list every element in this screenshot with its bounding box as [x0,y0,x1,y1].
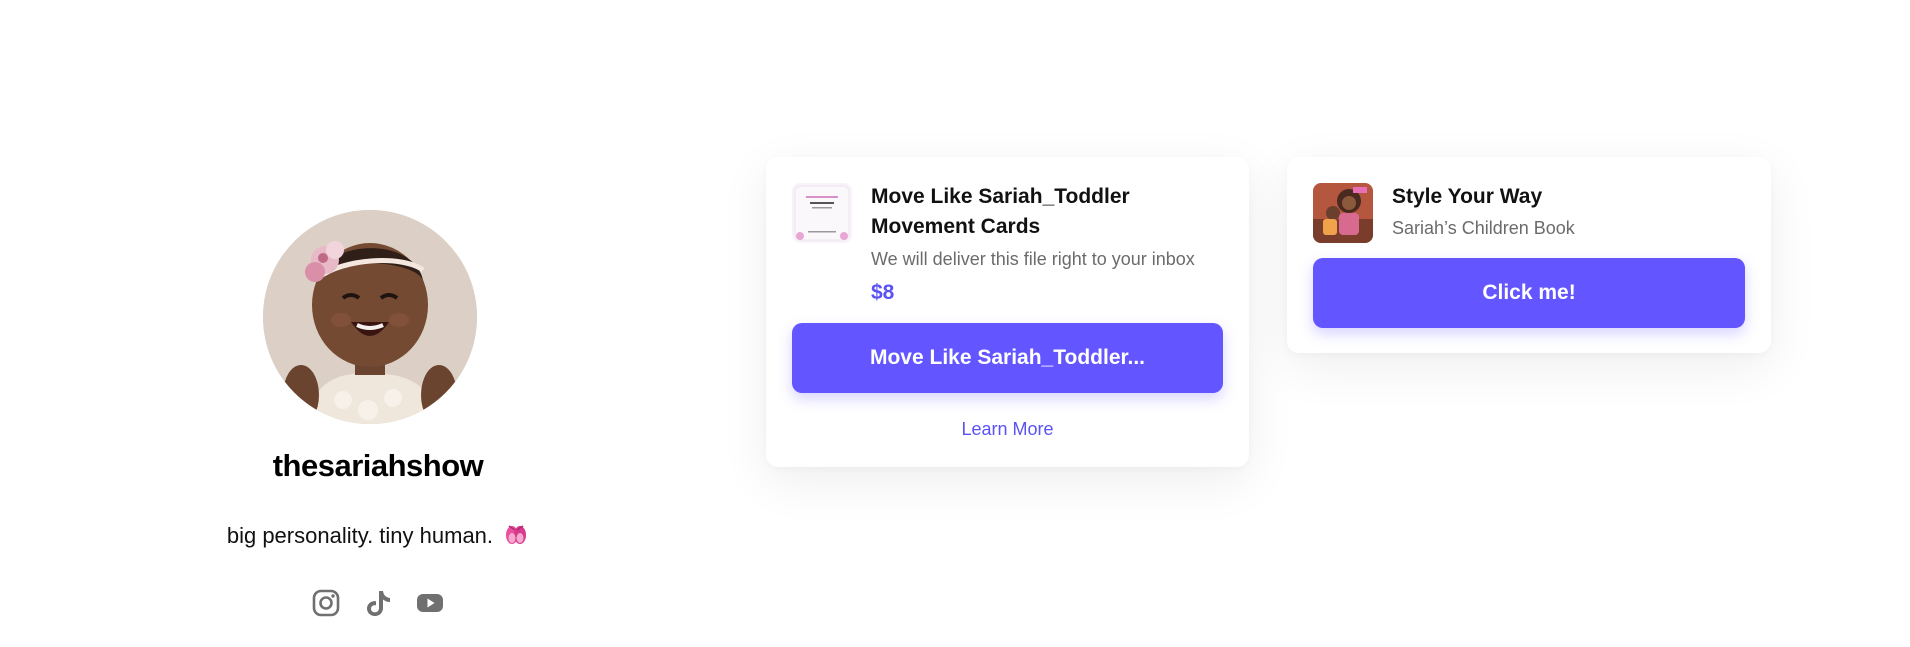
book-title: Style Your Way [1392,185,1543,208]
product-buy-button[interactable]: Move Like Sariah_Toddler... [792,323,1223,393]
ballet-shoes-icon [503,520,529,552]
product-card: Move Like Sariah_Toddler Movement Cards … [766,157,1249,467]
book-click-button[interactable]: Click me! [1313,258,1745,328]
profile-username: thesariahshow [272,448,484,483]
product-title: Move Like Sariah_Toddler Movement Cards [871,185,1130,238]
profile-bio: big personality. tiny human. [200,520,556,552]
product-subtitle: We will deliver this file right to your … [871,249,1195,269]
product-thumbnail[interactable] [792,183,852,243]
baby-photo [263,210,477,424]
profile-bio-text: big personality. tiny human. [226,523,494,548]
learn-more-link[interactable]: Learn More [766,419,1249,440]
youtube-icon[interactable] [415,588,445,618]
book-thumbnail[interactable] [1313,183,1373,243]
instagram-icon[interactable] [311,588,341,618]
avatar [263,210,477,424]
tiktok-icon[interactable] [363,588,393,618]
social-links [200,588,556,618]
product-price: $8 [871,281,895,304]
book-card: Style Your Way Sariah’s Children Book Cl… [1287,157,1771,353]
profile-section: thesariahshow big personality. tiny huma… [200,0,560,647]
book-subtitle: Sariah’s Children Book [1392,218,1575,238]
